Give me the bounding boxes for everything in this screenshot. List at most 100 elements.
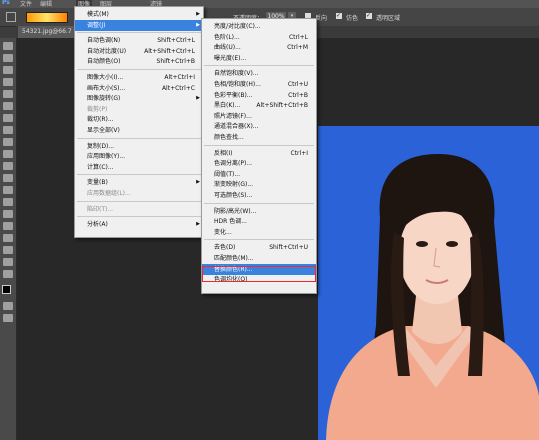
image-menu-item[interactable]: 自动颜色(O) Shift+Ctrl+B	[75, 56, 203, 67]
foreground-color-swatch[interactable]	[2, 285, 11, 294]
adjust-menu-item[interactable]: 匹配颜色(M)...	[202, 253, 316, 264]
adjust-menu-item[interactable]: 色彩平衡(B)... Ctrl+B	[202, 90, 316, 101]
image-menu-item[interactable]: 显示全部(V)	[75, 125, 203, 136]
adjust-menu-item[interactable]: 阈值(T)...	[202, 169, 316, 180]
move-tool-icon[interactable]	[3, 42, 13, 50]
image-menu-item[interactable]: 应用图像(Y)...	[75, 151, 203, 162]
menu-item-label: 色相/饱和度(H)...	[214, 81, 261, 88]
adjust-menu-item[interactable]: 颜色查找...	[202, 132, 316, 143]
menu-item-label: 色阶(L)...	[214, 33, 240, 41]
adjust-menu-item[interactable]: HDR 色调...	[202, 216, 316, 227]
adjust-menu-item[interactable]: 亮度/对比度(C)...	[202, 21, 316, 32]
adjust-menu-item[interactable]: 照片滤镜(F)...	[202, 111, 316, 122]
document-tab[interactable]: 54321.jpg@66.7	[18, 26, 80, 38]
history-brush-icon[interactable]	[3, 150, 13, 158]
screen-mode-icon[interactable]	[3, 314, 13, 322]
blur-tool-icon[interactable]	[3, 186, 13, 194]
portrait-image	[318, 126, 539, 440]
tool-preset-icon[interactable]	[6, 12, 16, 22]
menu-item-shortcut: Shift+Ctrl+B	[156, 58, 195, 66]
menu-separator	[77, 216, 201, 218]
adjust-menu-item[interactable]: 变化...	[202, 227, 316, 238]
menu-item-label: 分析(A)	[87, 221, 108, 229]
menu-item-shortcut: Ctrl+L	[288, 33, 308, 41]
adjust-menu-item[interactable]: 去色(D) Shift+Ctrl+U	[202, 242, 316, 253]
image-menu-item[interactable]: 自动对比度(U) Alt+Shift+Ctrl+L	[75, 46, 203, 57]
menu-item-label: 匹配颜色(M)...	[214, 255, 254, 262]
shape-tool-icon[interactable]	[3, 246, 13, 254]
dither-checkbox[interactable]: ✓	[336, 13, 342, 19]
adjust-menu-item[interactable]: 渐变映射(G)...	[202, 179, 316, 190]
eraser-tool-icon[interactable]	[3, 162, 13, 170]
menu-item-label: 色调分离(P)...	[214, 160, 253, 168]
menu-item-shortcut: Alt+Ctrl+C	[161, 84, 195, 92]
menu-item-label: 亮度/对比度(C)...	[214, 23, 261, 30]
adjustments-submenu: 亮度/对比度(C)... 色阶(L)... Ctrl+L 曲线(U)... Ctrl+M…	[201, 18, 317, 294]
menu-separator	[204, 239, 314, 241]
adjust-menu-item[interactable]: 色调分离(P)...	[202, 158, 316, 169]
healing-brush-icon[interactable]	[3, 114, 13, 122]
hand-tool-icon[interactable]	[3, 258, 13, 266]
menu-item-label: 颜色查找...	[214, 134, 244, 141]
transparency-checkbox[interactable]: ✓	[366, 13, 372, 19]
crop-tool-icon[interactable]	[3, 90, 13, 98]
adjust-menu-item[interactable]: 色相/饱和度(H)... Ctrl+U	[202, 79, 316, 90]
zoom-tool-icon[interactable]	[3, 270, 13, 278]
menu-item-label: 应用数据组(L)...	[87, 190, 131, 197]
menu-separator	[77, 32, 201, 34]
adjust-menu-item[interactable]: 阴影/高光(W)...	[202, 206, 316, 217]
menu-edit[interactable]: 编辑	[40, 0, 52, 8]
image-menu-item: 陷印(T)...	[75, 204, 203, 215]
image-menu-item[interactable]: 模式(M) ▶	[75, 9, 203, 20]
brush-tool-icon[interactable]	[3, 126, 13, 134]
gradient-tool-icon[interactable]	[3, 174, 13, 182]
image-menu-item[interactable]: 图像旋转(G) ▶	[75, 93, 203, 104]
image-menu-item[interactable]: 变量(B) ▶	[75, 177, 203, 188]
image-menu-item[interactable]: 自动色调(N) Shift+Ctrl+L	[75, 35, 203, 46]
image-menu-item[interactable]: 画布大小(S)... Alt+Ctrl+C	[75, 83, 203, 94]
menu-item-label: 自动对比度(U)	[87, 47, 127, 55]
adjust-menu-item[interactable]: 黑白(K)... Alt+Shift+Ctrl+B	[202, 100, 316, 111]
quick-mask-icon[interactable]	[3, 302, 13, 310]
clone-stamp-icon[interactable]	[3, 138, 13, 146]
adjust-menu-item[interactable]: 自然饱和度(V)...	[202, 68, 316, 79]
menu-item-label: 变化...	[214, 228, 232, 236]
image-menu-item[interactable]: 图像大小(I)... Alt+Ctrl+I	[75, 72, 203, 83]
adjust-menu-item[interactable]: 通道混合器(X)...	[202, 121, 316, 132]
image-menu-item[interactable]: 复制(D)...	[75, 141, 203, 152]
submenu-arrow-icon: ▶	[196, 21, 200, 28]
menu-item-label: 画布大小(S)...	[87, 84, 126, 92]
menu-separator	[77, 69, 201, 70]
menu-item-label: 通道混合器(X)...	[214, 123, 259, 131]
gradient-swatch[interactable]	[26, 12, 68, 23]
menu-item-label: 图像旋转(G)	[87, 95, 121, 103]
menu-item-label: 调整(J)	[87, 21, 106, 29]
menu-separator	[77, 200, 201, 202]
image-menu-item[interactable]: 裁切(R)...	[75, 114, 203, 125]
adjust-menu-item[interactable]: 反相(I) Ctrl+I	[202, 148, 316, 159]
adjust-menu-item[interactable]: 可选颜色(S)...	[202, 190, 316, 201]
menu-item-label: 模式(M)	[87, 11, 109, 18]
image-menu-item[interactable]: 调整(J) ▶	[75, 19, 203, 31]
image-menu-item[interactable]: 计算(C)...	[75, 162, 203, 173]
adjust-menu-item[interactable]: 曲线(U)... Ctrl+M	[202, 42, 316, 53]
adjust-menu-item[interactable]: 色阶(L)... Ctrl+L	[202, 32, 316, 43]
image-menu: 模式(M) ▶ 调整(J) ▶ 自动色调(N) Shift+Ctrl+L 自动对比度(U) A…	[74, 6, 204, 238]
text-tool-icon[interactable]	[3, 222, 13, 230]
menu-item-shortcut: Ctrl+M	[287, 44, 308, 52]
adjust-menu-item[interactable]: 曝光度(E)...	[202, 53, 316, 64]
menu-file[interactable]: 文件	[20, 0, 32, 8]
tools-panel	[0, 38, 17, 440]
menu-item-label: 照片滤镜(F)...	[214, 112, 252, 120]
dodge-tool-icon[interactable]	[3, 198, 13, 206]
menu-item-shortcut: Ctrl+U	[287, 81, 308, 88]
eyedropper-tool-icon[interactable]	[3, 102, 13, 110]
quick-select-tool-icon[interactable]	[3, 78, 13, 86]
lasso-tool-icon[interactable]	[3, 66, 13, 74]
submenu-arrow-icon: ▶	[196, 221, 200, 228]
path-select-tool-icon[interactable]	[3, 234, 13, 242]
pen-tool-icon[interactable]	[3, 210, 13, 218]
menu-item-label: 反相(I)	[214, 149, 233, 157]
image-menu-item[interactable]: 分析(A) ▶	[75, 219, 203, 230]
marquee-tool-icon[interactable]	[3, 54, 13, 62]
